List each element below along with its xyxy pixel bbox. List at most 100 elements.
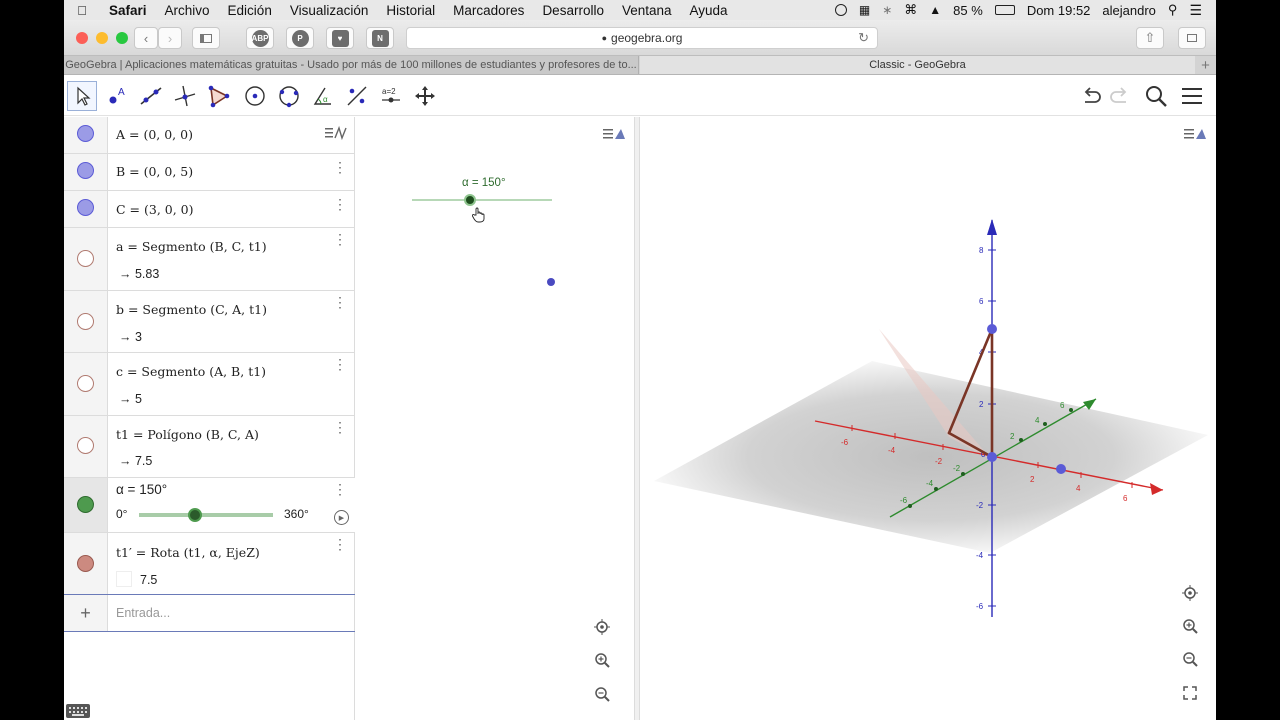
algebra-row-C[interactable]: C = (3, 0, 0) ⋮ — [64, 191, 355, 228]
algebra-row-b[interactable]: b = Segmento (C, A, t1) → 3 ⋮ — [64, 291, 355, 353]
wifi-icon[interactable]: ⌘ — [904, 2, 917, 18]
zoom-in-button[interactable] — [590, 648, 614, 672]
move-graphics-view-tool[interactable] — [410, 81, 440, 111]
algebra-row-t1[interactable]: t1 = Polígono (B, C, A) → 7.5 ⋮ — [64, 416, 355, 478]
more-options-icon[interactable]: ⋮ — [333, 295, 347, 309]
address-bar[interactable]: ● geogebra.org ↻ — [406, 27, 878, 49]
algebra-expression[interactable]: b = Segmento (C, A, t1) — [116, 302, 267, 317]
algebra-expression[interactable]: C = (3, 0, 0) — [116, 202, 194, 217]
menu-ayuda[interactable]: Ayuda — [681, 3, 737, 18]
visibility-marble[interactable] — [77, 162, 94, 179]
circle-tool[interactable] — [240, 81, 270, 111]
new-tab-button[interactable]: + — [1195, 56, 1216, 74]
back-button[interactable]: ‹ — [134, 27, 158, 49]
visibility-marble[interactable] — [77, 555, 94, 572]
algebra-slider-track[interactable] — [139, 508, 273, 522]
fullscreen-button[interactable] — [1178, 681, 1202, 705]
point-B[interactable] — [987, 324, 997, 334]
more-options-icon[interactable]: ⋮ — [333, 537, 347, 551]
graphics-view-3d[interactable]: -6 -4 -2 2 4 6 -6 -4 -2 2 4 6 8 6 2 -2 -… — [640, 117, 1216, 720]
algebra-expression[interactable]: a = Segmento (B, C, t1) — [116, 239, 267, 254]
polygon-tool[interactable] — [204, 81, 234, 111]
zoom-in-3d-button[interactable] — [1178, 614, 1202, 638]
menu-app-name[interactable]: Safari — [100, 3, 156, 18]
line-tool[interactable] — [136, 81, 166, 111]
volume-icon[interactable]: ▲ — [929, 3, 941, 17]
more-options-icon[interactable]: ⋮ — [333, 482, 347, 496]
forward-button[interactable]: › — [158, 27, 182, 49]
menu-desarrollo[interactable]: Desarrollo — [533, 3, 613, 18]
add-icon[interactable]: + — [64, 595, 108, 631]
more-options-icon[interactable]: ⋮ — [333, 232, 347, 246]
search-button[interactable] — [1143, 83, 1169, 109]
graphics-slider-track[interactable] — [412, 194, 552, 206]
graphics-slider-thumb[interactable] — [464, 194, 477, 206]
standard-view-button[interactable] — [590, 615, 614, 639]
more-options-icon[interactable]: ⋮ — [333, 160, 347, 174]
circle-three-points-tool[interactable] — [274, 81, 304, 111]
extension-notes-button[interactable]: N — [366, 27, 394, 49]
clock[interactable]: Dom 19:52 — [1027, 3, 1091, 18]
keyboard-icon[interactable] — [66, 704, 90, 718]
undo-button[interactable] — [1078, 83, 1104, 109]
bluetooth-icon[interactable]: ∗ — [882, 3, 892, 17]
apple-icon[interactable]:  — [64, 3, 100, 18]
algebra-expression[interactable]: A = (0, 0, 0) — [116, 127, 193, 142]
visibility-marble[interactable] — [77, 199, 94, 216]
menu-visualizacion[interactable]: Visualización — [281, 3, 378, 18]
graphics3d-style-bar-toggle[interactable] — [1184, 125, 1208, 148]
point-tool[interactable]: A — [102, 81, 132, 111]
battery-text[interactable]: 85 % — [953, 3, 983, 18]
input-placeholder[interactable]: Entrada... — [116, 606, 170, 620]
battery-icon[interactable] — [994, 5, 1015, 15]
extension-abp-button[interactable]: ABP — [246, 27, 274, 49]
record-icon[interactable] — [834, 4, 847, 16]
reflect-tool[interactable] — [342, 81, 372, 111]
menu-historial[interactable]: Historial — [377, 3, 444, 18]
point-A[interactable] — [987, 452, 997, 462]
share-button[interactable]: ⇧ — [1136, 27, 1164, 49]
algebra-row-alpha[interactable]: α = 150° 0° 360° ⋮ ▶ — [64, 478, 355, 533]
algebra-expression[interactable]: α = 150° — [116, 482, 167, 497]
tab-classic-geogebra[interactable]: Classic - GeoGebra — [640, 56, 1195, 74]
grid-status-icon[interactable]: ▦ — [859, 3, 870, 17]
play-animation-icon[interactable]: ▶ — [334, 510, 349, 525]
algebra-slider-thumb[interactable] — [187, 508, 202, 522]
menu-ventana[interactable]: Ventana — [613, 3, 681, 18]
input-bar[interactable]: + Entrada... — [64, 594, 355, 632]
user-name[interactable]: alejandro — [1102, 3, 1156, 18]
point-C[interactable] — [1056, 464, 1066, 474]
spotlight-search-icon[interactable]: ⚲ — [1168, 2, 1178, 18]
slider-label[interactable]: α = 150° — [462, 177, 506, 189]
algebra-row-t1-rotated[interactable]: t1′ = Rota (t1, α, EjeZ) 7.5 ⋮ — [64, 533, 355, 594]
more-options-icon[interactable]: ⋮ — [333, 197, 347, 211]
tabs-overview-button[interactable] — [1178, 27, 1206, 49]
minimize-window-button[interactable] — [96, 32, 108, 44]
3d-scene[interactable]: -6 -4 -2 2 4 6 -6 -4 -2 2 4 6 8 6 2 -2 -… — [640, 117, 1216, 720]
graphics-view-2d[interactable]: α = 150° — [360, 117, 634, 720]
close-window-button[interactable] — [76, 32, 88, 44]
algebra-row-A[interactable]: A = (0, 0, 0) — [64, 117, 355, 154]
algebra-style-menu-icon[interactable] — [325, 125, 349, 146]
more-options-icon[interactable]: ⋮ — [333, 357, 347, 371]
extension-pinterest-button[interactable]: P — [286, 27, 314, 49]
algebra-row-a[interactable]: a = Segmento (B, C, t1) → 5.83 ⋮ — [64, 228, 355, 291]
graphics-style-bar-toggle[interactable] — [603, 125, 627, 148]
visibility-marble[interactable] — [77, 375, 94, 392]
algebra-expression[interactable]: t1′ = Rota (t1, α, EjeZ) — [116, 545, 260, 560]
visibility-marble[interactable] — [77, 250, 94, 267]
zoom-window-button[interactable] — [116, 32, 128, 44]
menu-edicion[interactable]: Edición — [219, 3, 281, 18]
tab-geogebra-home[interactable]: GeoGebra | Aplicaciones matemáticas grat… — [64, 56, 639, 74]
standard-view-3d-button[interactable] — [1178, 581, 1202, 605]
algebra-row-B[interactable]: B = (0, 0, 5) ⋮ — [64, 154, 355, 191]
main-menu-button[interactable] — [1179, 83, 1205, 109]
visibility-marble[interactable] — [77, 313, 94, 330]
zoom-out-button[interactable] — [590, 682, 614, 706]
algebra-row-c[interactable]: c = Segmento (A, B, t1) → 5 ⋮ — [64, 353, 355, 416]
graphics-point[interactable] — [547, 278, 555, 286]
algebra-expression[interactable]: B = (0, 0, 5) — [116, 164, 193, 179]
algebra-expression[interactable]: t1 = Polígono (B, C, A) — [116, 427, 259, 442]
extension-pocket-button[interactable]: ♥ — [326, 27, 354, 49]
menu-archivo[interactable]: Archivo — [156, 3, 219, 18]
